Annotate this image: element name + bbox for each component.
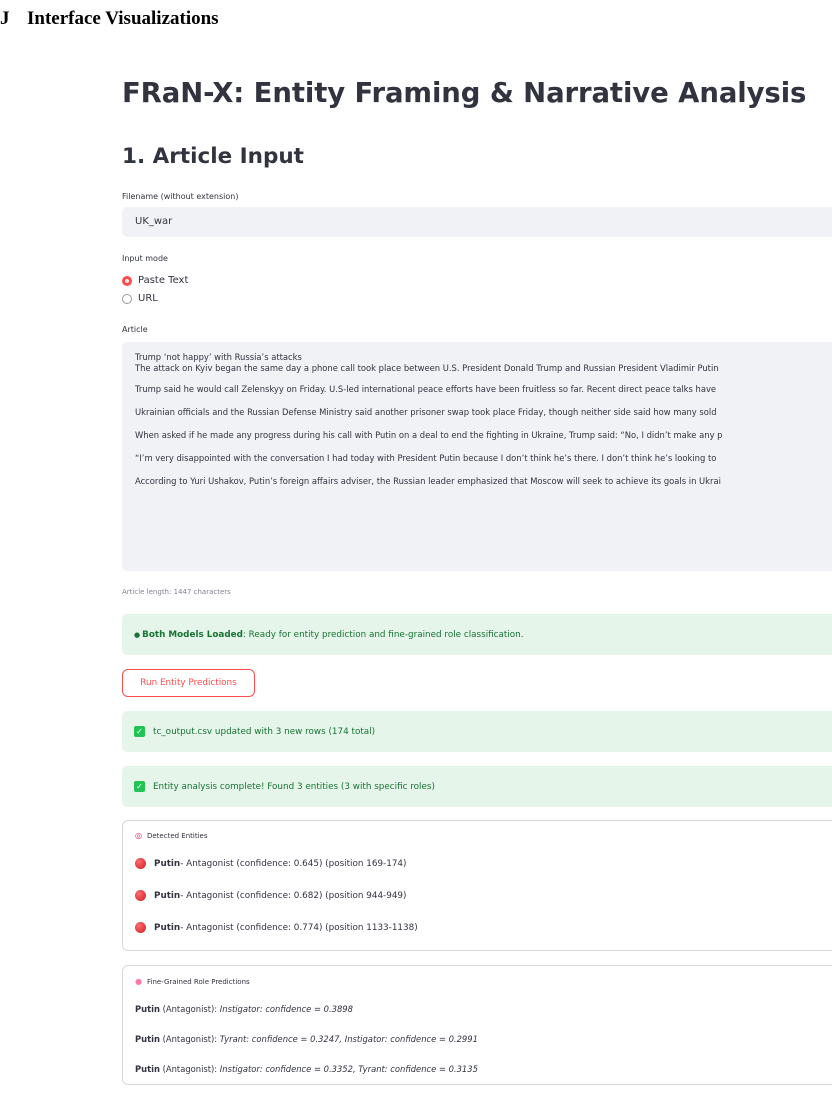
green-circle-icon: ● xyxy=(134,630,141,639)
radio-unselected-icon xyxy=(122,293,132,304)
article-line: The attack on Kyiv began the same day a … xyxy=(135,362,719,373)
entity-detail: - Antagonist (confidence: 0.774) (positi… xyxy=(180,922,418,933)
article-line: Ukrainian officials and the Russian Defe… xyxy=(135,407,717,418)
input-mode-label: Input mode xyxy=(122,254,168,263)
role-entity-name: Putin xyxy=(135,1034,160,1044)
role-entity-role: (Antagonist): xyxy=(159,1034,220,1044)
red-circle-icon xyxy=(135,858,146,869)
role-prediction-item: Putin (Antagonist): Instigator: confiden… xyxy=(135,1004,353,1014)
detected-entities-panel: ◎ Detected Entities Putin - Antagonist (… xyxy=(122,820,832,951)
radio-label: Paste Text xyxy=(138,275,189,286)
article-line: When asked if he made any progress durin… xyxy=(135,429,723,440)
brain-icon: ● xyxy=(135,977,142,986)
entity-item: Putin - Antagonist (confidence: 0.645) (… xyxy=(135,858,406,869)
filename-input[interactable]: UK_war xyxy=(122,207,832,237)
article-line: Trump ‘not happy’ with Russia’s attacks xyxy=(135,352,302,362)
entity-name: Putin xyxy=(154,890,181,901)
role-confidences: Instigator: confidence = 0.3898 xyxy=(219,1004,353,1014)
article-line: Trump said he would call Zelenskyy on Fr… xyxy=(135,384,717,395)
page-title: FRaN-X: Entity Framing & Narrative Analy… xyxy=(122,77,807,109)
entity-item: Putin - Antagonist (confidence: 0.774) (… xyxy=(135,922,418,933)
check-box-icon: ✓ xyxy=(134,726,145,737)
role-entity-role: (Antagonist): xyxy=(159,1064,220,1074)
entity-name: Putin xyxy=(154,858,181,869)
role-prediction-item: Putin (Antagonist): Tyrant: confidence =… xyxy=(135,1034,478,1044)
success-text: tc_output.csv updated with 3 new rows (1… xyxy=(153,726,376,737)
models-status-alert: ● Both Models Loaded: Ready for entity p… xyxy=(122,614,832,655)
models-status-text: : Ready for entity prediction and fine-g… xyxy=(242,629,524,640)
run-entity-predictions-button[interactable]: Run Entity Predictions xyxy=(122,669,255,697)
radio-label: URL xyxy=(138,293,158,304)
entity-detail: - Antagonist (confidence: 0.682) (positi… xyxy=(180,890,407,901)
radio-selected-icon xyxy=(122,275,132,286)
role-entity-name: Putin xyxy=(135,1064,160,1074)
fine-grained-panel: ● Fine-Grained Role Predictions Putin (A… xyxy=(122,965,832,1085)
panel-title: ● Fine-Grained Role Predictions xyxy=(135,977,250,986)
article-line: “I’m very disappointed with the conversa… xyxy=(135,452,717,463)
article-label: Article xyxy=(122,325,148,334)
panel-title: ◎ Detected Entities xyxy=(135,831,208,840)
red-circle-icon xyxy=(135,922,146,933)
check-box-icon: ✓ xyxy=(134,781,145,792)
red-circle-icon xyxy=(135,890,146,901)
success-text: Entity analysis complete! Found 3 entiti… xyxy=(153,781,435,792)
target-icon: ◎ xyxy=(135,831,142,840)
success-alert: ✓ tc_output.csv updated with 3 new rows … xyxy=(122,711,832,752)
detected-entities-title: Detected Entities xyxy=(146,831,208,840)
models-status-bold: Both Models Loaded xyxy=(142,629,243,640)
section-title: 1. Article Input xyxy=(122,144,304,169)
entity-detail: - Antagonist (confidence: 0.645) (positi… xyxy=(180,858,407,869)
radio-url[interactable]: URL xyxy=(122,293,158,304)
role-confidences: Tyrant: confidence = 0.3247, Instigator:… xyxy=(219,1034,478,1044)
article-line: According to Yuri Ushakov, Putin’s forei… xyxy=(135,475,721,486)
app-screenshot: FRaN-X: Entity Framing & Narrative Analy… xyxy=(122,0,832,1101)
fine-grained-title: Fine-Grained Role Predictions xyxy=(146,977,250,986)
radio-paste-text[interactable]: Paste Text xyxy=(122,275,188,286)
success-alert: ✓ Entity analysis complete! Found 3 enti… xyxy=(122,766,832,807)
filename-label: Filename (without extension) xyxy=(122,192,239,201)
article-textarea[interactable]: Trump ‘not happy’ with Russia’s attacks … xyxy=(122,342,832,571)
role-entity-role: (Antagonist): xyxy=(159,1004,220,1014)
article-length: Article length: 1447 characters xyxy=(122,588,231,596)
role-confidences: Instigator: confidence = 0.3352, Tyrant:… xyxy=(219,1064,478,1074)
entity-item: Putin - Antagonist (confidence: 0.682) (… xyxy=(135,890,406,901)
role-prediction-item: Putin (Antagonist): Instigator: confiden… xyxy=(135,1064,478,1074)
entity-name: Putin xyxy=(154,922,181,933)
appendix-number: J xyxy=(0,8,10,29)
role-entity-name: Putin xyxy=(135,1004,160,1014)
